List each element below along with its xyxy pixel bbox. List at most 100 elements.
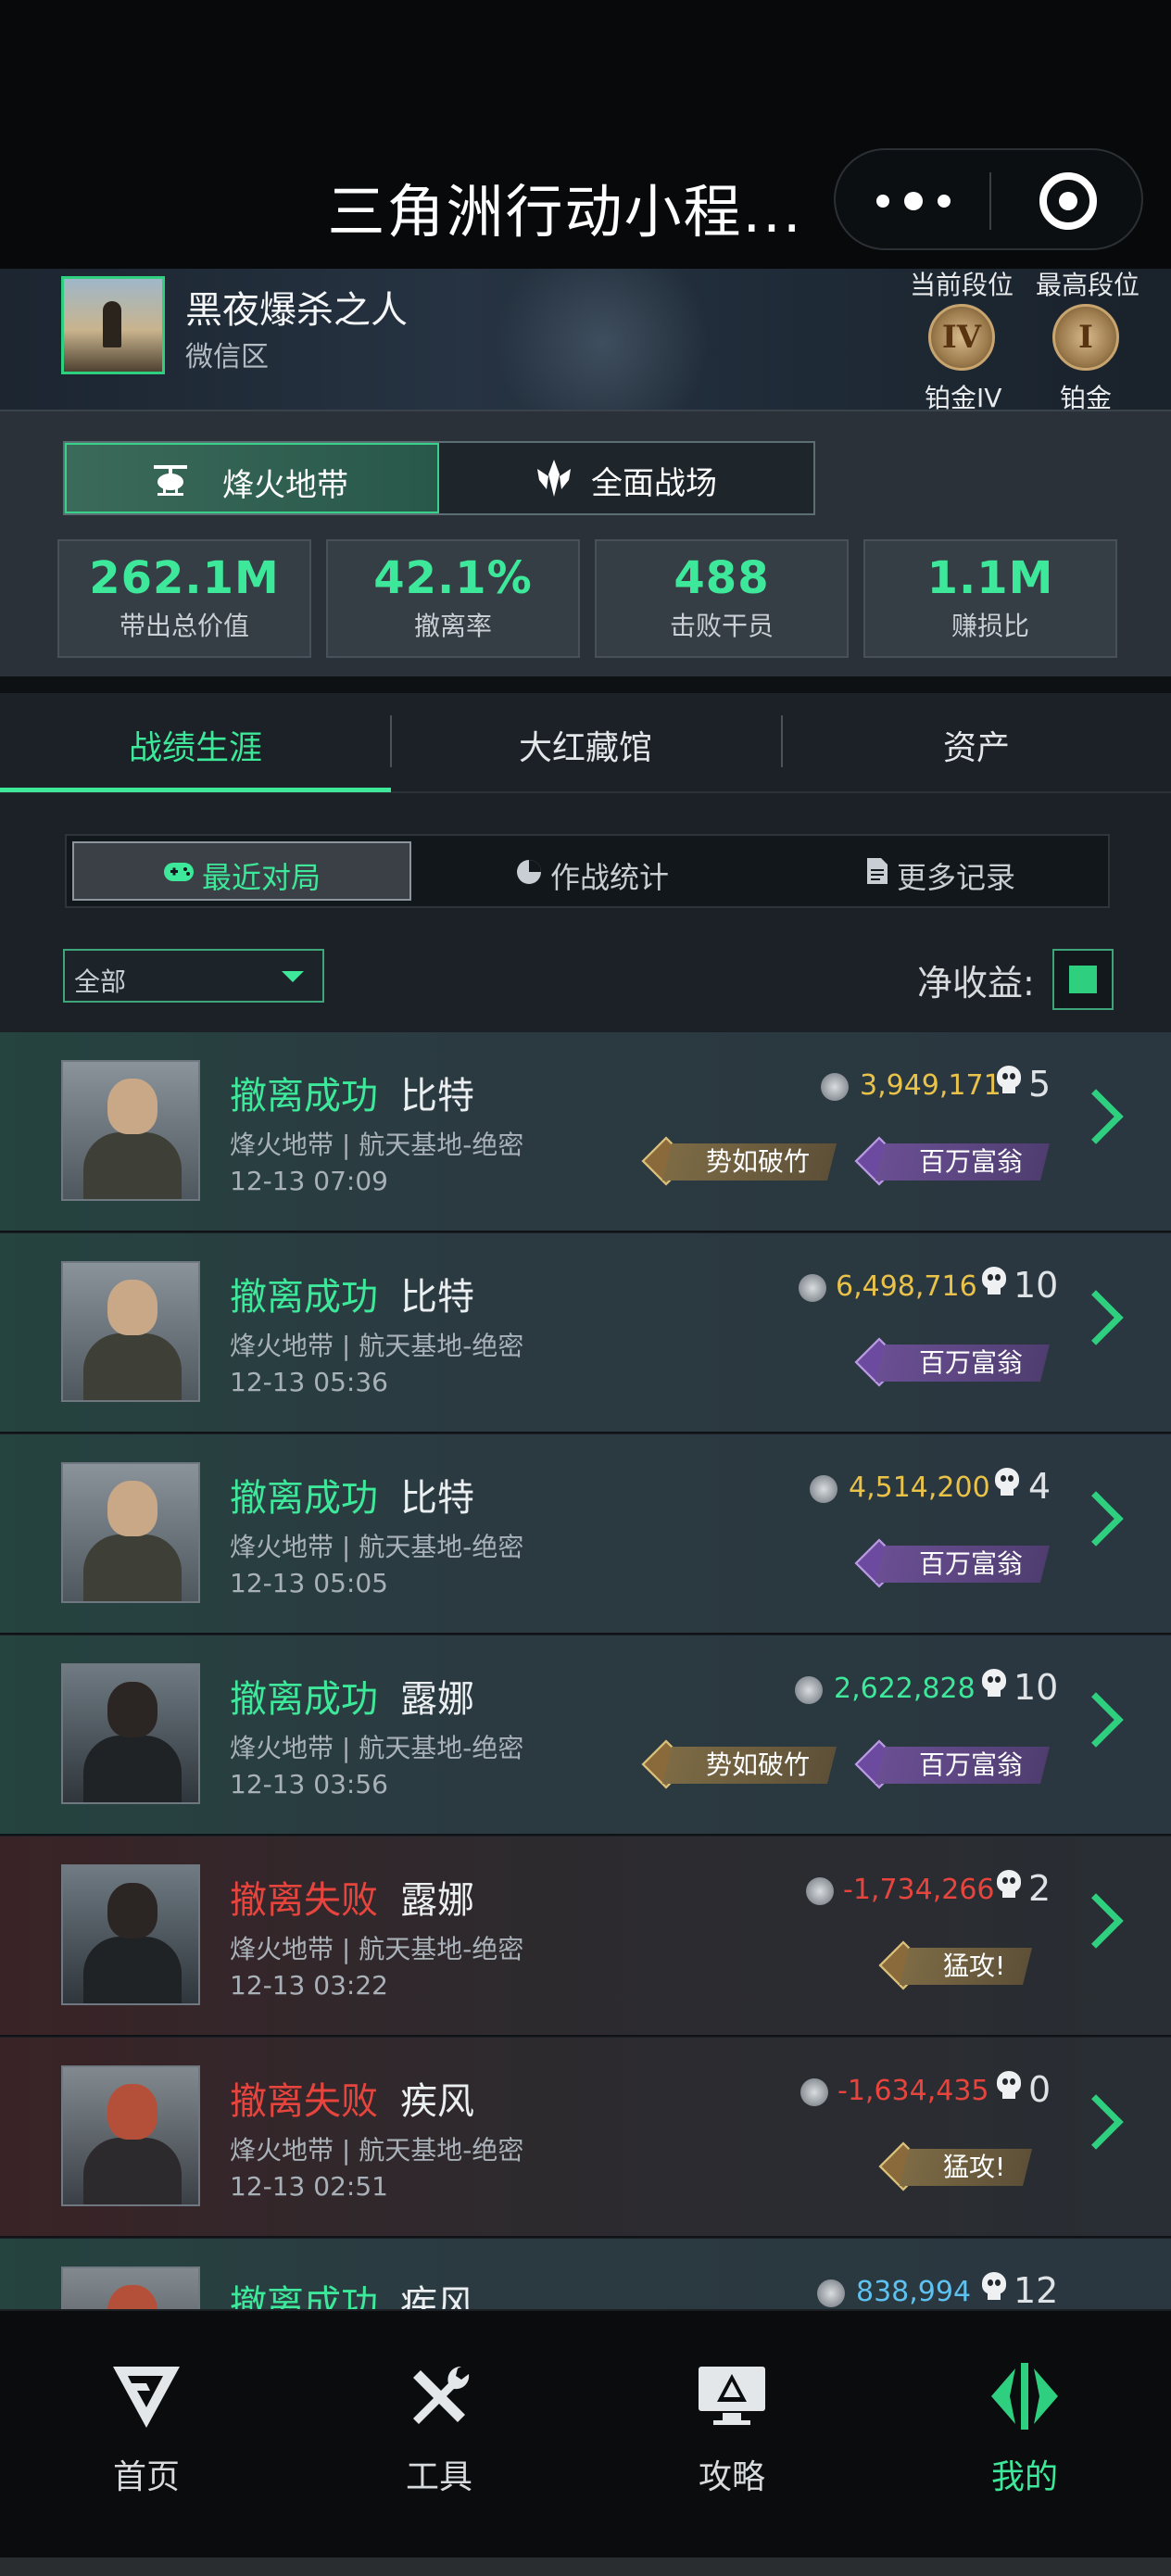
home-indicator-strip <box>0 2557 1171 2576</box>
stat-label: 赚损比 <box>951 611 1029 641</box>
tab-underline <box>0 788 391 792</box>
skull-icon <box>980 2272 1008 2302</box>
mode-tab-active[interactable]: 烽火地带 <box>65 443 439 513</box>
match-status: 撤离失败 <box>230 1879 378 1922</box>
battlefield-icon <box>537 460 571 497</box>
match-row[interactable]: 撤离成功 露娜 烽火地带 | 航天基地-绝密 12-13 03:56 2,622… <box>0 1635 1171 1836</box>
operator-portrait <box>61 1864 200 2005</box>
stat-card-total-value: 262.1M 带出总价值 <box>57 539 311 658</box>
stat-label: 撤离率 <box>413 611 492 641</box>
skull-icon <box>995 1066 1023 1095</box>
match-kills: 10 <box>1014 1265 1059 1306</box>
gamepad-icon <box>164 863 194 881</box>
skull-icon <box>993 1468 1021 1497</box>
more-dots-icon[interactable] <box>876 192 951 210</box>
match-map: 烽火地带 | 航天基地-绝密 <box>230 2135 524 2166</box>
operator-name: 比特 <box>400 1075 474 1118</box>
match-time: 12-13 05:05 <box>230 1568 388 1598</box>
chevron-right-icon[interactable] <box>1068 1893 1124 1949</box>
subtab-recent[interactable]: 最近对局 <box>202 854 321 897</box>
chevron-right-icon[interactable] <box>1068 1491 1124 1547</box>
match-map: 烽火地带 | 航天基地-绝密 <box>230 1331 524 1361</box>
stat-card-extract-rate: 42.1% 撤离率 <box>326 539 580 658</box>
tab-career[interactable]: 战绩生涯 <box>0 721 391 769</box>
match-row[interactable]: 撤离失败 疾风 烽火地带 | 航天基地-绝密 12-13 02:51 -1,63… <box>0 2038 1171 2238</box>
match-time: 12-13 05:36 <box>230 1367 388 1397</box>
match-row[interactable]: 撤离失败 露娜 烽火地带 | 航天基地-绝密 12-13 03:22 -1,73… <box>0 1837 1171 2037</box>
nav-tools[interactable]: 工具 <box>293 2311 586 2559</box>
net-income-checkbox[interactable] <box>1052 949 1114 1010</box>
highest-rank-label: 最高段位 <box>1036 270 1140 300</box>
match-value: 3,949,171 <box>860 1069 1001 1102</box>
tools-icon <box>413 2366 470 2424</box>
stat-card-kills: 488 击败干员 <box>595 539 849 658</box>
match-map: 烽火地带 | 航天基地-绝密 <box>230 1934 524 1964</box>
mode-active-label: 烽火地带 <box>222 467 348 504</box>
nav-label: 工具 <box>405 2458 472 2496</box>
match-value: -1,634,435 <box>837 2075 989 2107</box>
skull-icon <box>980 1669 1008 1698</box>
match-time: 12-13 02:51 <box>230 2171 388 2202</box>
match-kills: 10 <box>1014 1667 1059 1708</box>
stat-label: 带出总价值 <box>119 611 249 641</box>
document-icon <box>867 858 888 884</box>
chevron-right-icon[interactable] <box>1068 1290 1124 1345</box>
bottom-nav: 首页 工具 攻略 我的 <box>0 2309 1171 2557</box>
highest-rank-badge-icon: I <box>1052 304 1119 371</box>
helicopter-icon <box>154 465 187 496</box>
operator-name: 比特 <box>400 1477 474 1520</box>
chevron-down-icon <box>282 971 304 982</box>
net-income-label: 净收益: <box>917 963 1035 1004</box>
nav-label: 攻略 <box>698 2458 765 2496</box>
main-tabs: 战绩生涯 大红藏馆 资产 <box>0 693 1171 793</box>
nav-label: 首页 <box>112 2458 180 2496</box>
match-time: 12-13 03:56 <box>230 1769 388 1799</box>
match-row[interactable]: 撤离成功 比特 烽火地带 | 航天基地-绝密 12-13 05:36 6,498… <box>0 1233 1171 1433</box>
target-icon[interactable] <box>1039 172 1097 230</box>
tab-collection[interactable]: 大红藏馆 <box>390 721 781 769</box>
player-region: 微信区 <box>185 341 269 373</box>
match-status: 撤离成功 <box>230 1678 378 1721</box>
player-name: 黑夜爆杀之人 <box>185 289 408 332</box>
coin-icon <box>800 2078 828 2106</box>
stat-value: 488 <box>674 552 770 604</box>
match-value: -1,734,266 <box>843 1874 995 1906</box>
pie-chart-icon <box>517 860 541 884</box>
subtab-stats[interactable]: 作战统计 <box>550 854 669 897</box>
coin-icon <box>817 2279 845 2307</box>
chevron-right-icon[interactable] <box>1068 1692 1124 1748</box>
sub-tabs: 最近对局 作战统计 更多记录 <box>65 834 1110 908</box>
nav-label: 我的 <box>990 2458 1058 2496</box>
nav-guide[interactable]: 攻略 <box>586 2311 878 2559</box>
match-value: 838,994 <box>856 2276 972 2308</box>
tab-assets[interactable]: 资产 <box>781 721 1171 769</box>
coin-icon <box>799 1274 826 1302</box>
match-value: 4,514,200 <box>849 1471 990 1504</box>
match-row[interactable]: 撤离成功 比特 烽火地带 | 航天基地-绝密 12-13 07:09 3,949… <box>0 1032 1171 1232</box>
avatar[interactable] <box>61 276 165 374</box>
stat-label: 击败干员 <box>669 611 774 641</box>
operator-name: 露娜 <box>400 1678 474 1721</box>
match-kills: 0 <box>1028 2069 1051 2110</box>
operator-portrait <box>61 1261 200 1402</box>
operator-portrait <box>61 1060 200 1201</box>
match-kills: 12 <box>1014 2270 1059 2311</box>
current-rank-label: 当前段位 <box>910 270 1014 300</box>
match-map: 烽火地带 | 航天基地-绝密 <box>230 1733 524 1763</box>
stat-value: 42.1% <box>373 552 533 604</box>
monitor-icon <box>699 2367 765 2425</box>
match-value: 2,622,828 <box>834 1673 976 1705</box>
operator-name: 疾风 <box>400 2080 474 2123</box>
match-row[interactable]: 撤离成功 比特 烽火地带 | 航天基地-绝密 12-13 05:05 4,514… <box>0 1434 1171 1635</box>
home-logo-icon <box>113 2367 180 2428</box>
mode-tab-other[interactable]: 全面战场 <box>439 443 813 513</box>
mode-filter-dropdown[interactable]: 全部 <box>63 949 324 1003</box>
subtab-more[interactable]: 更多记录 <box>897 854 1015 897</box>
nav-home[interactable]: 首页 <box>0 2311 293 2559</box>
skull-icon <box>980 1267 1008 1296</box>
chevron-right-icon[interactable] <box>1068 2094 1124 2150</box>
coin-icon <box>806 1877 834 1905</box>
mode-switch: 烽火地带 全面战场 <box>63 441 815 515</box>
chevron-right-icon[interactable] <box>1068 1089 1124 1144</box>
nav-mine[interactable]: 我的 <box>878 2311 1171 2559</box>
